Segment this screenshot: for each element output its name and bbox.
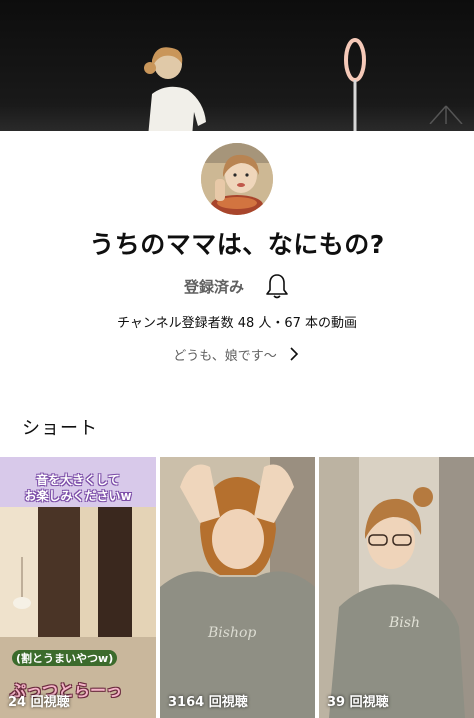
chevron-right-icon xyxy=(290,347,298,361)
channel-stats: チャンネル登録者数 48 人・67 本の動画 xyxy=(116,316,358,331)
tripod-icon xyxy=(429,105,463,124)
subscribed-button[interactable]: 登録済み xyxy=(184,276,244,297)
banner-floor xyxy=(0,107,474,131)
channel-banner xyxy=(0,0,474,131)
short-caption-line-2: お楽しみくださいw xyxy=(24,489,132,503)
channel-avatar[interactable] xyxy=(201,143,273,215)
short-item[interactable]: Bishop 3164 回視聴 xyxy=(160,457,315,718)
channel-description: どうも、娘です〜 xyxy=(173,348,277,364)
avatar-image xyxy=(201,143,273,215)
subscribe-row: 登録済み xyxy=(0,270,474,302)
short-view-count: 3164 回視聴 xyxy=(168,695,248,710)
short-item[interactable]: 音を大きくして お楽しみくださいw (割とうまいやつw) ぷっつとらーっ 24 … xyxy=(0,457,156,718)
short-thumbnail: Bish xyxy=(319,457,474,718)
short-thumbnail: Bishop xyxy=(160,457,315,718)
ring-light-icon xyxy=(344,38,366,131)
short-caption-line-1: 音を大きくして xyxy=(36,473,120,487)
shorts-section-title: ショート xyxy=(22,418,98,439)
banner-person-figure xyxy=(144,47,206,131)
short-view-count: 39 回視聴 xyxy=(327,695,389,710)
short-caption-middle: (割とうまいやつw) xyxy=(12,650,118,666)
channel-description-row[interactable]: どうも、娘です〜 xyxy=(0,343,474,365)
shorts-shelf: 音を大きくして お楽しみくださいw (割とうまいやつw) ぷっつとらーっ 24 … xyxy=(0,457,474,718)
short-view-count: 24 回視聴 xyxy=(8,695,70,710)
short-item[interactable]: Bish 39 回視聴 xyxy=(319,457,474,718)
bell-icon[interactable] xyxy=(264,272,290,300)
channel-name: うちのママは、なにもの? xyxy=(89,230,385,259)
svg-text:Bishop: Bishop xyxy=(207,625,256,641)
svg-text:Bish: Bish xyxy=(388,615,420,631)
